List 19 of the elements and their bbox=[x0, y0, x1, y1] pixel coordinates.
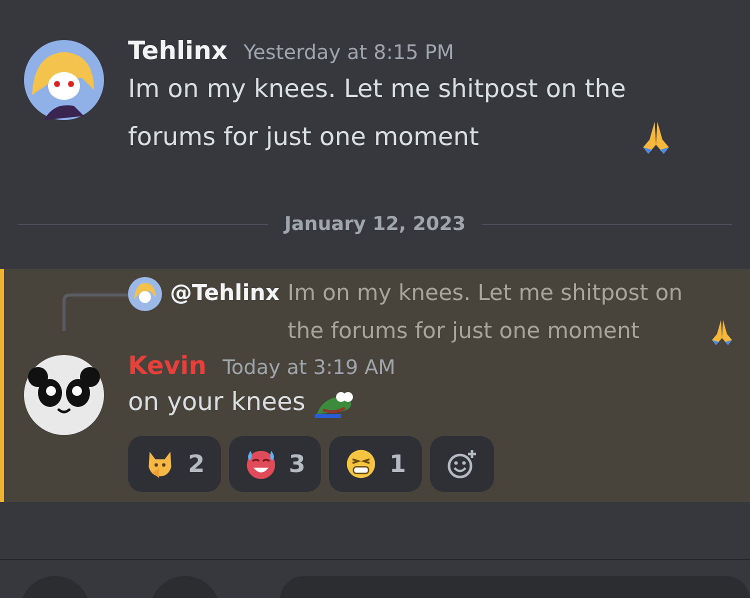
timestamp: Yesterday at 8:15 PM bbox=[244, 40, 454, 64]
reply-connector bbox=[62, 293, 128, 331]
message-text: Im on my knees. Let me shitpost on the forums for just one moment bbox=[128, 73, 627, 153]
reply-mention[interactable]: @Tehlinx bbox=[170, 275, 280, 313]
add-reaction-icon bbox=[446, 448, 478, 480]
sweating-face-icon bbox=[244, 448, 277, 480]
reaction-button[interactable]: 2 bbox=[128, 436, 221, 492]
username[interactable]: Tehlinx bbox=[128, 36, 228, 65]
message-text: on your knees bbox=[128, 386, 306, 418]
panda-avatar-icon[interactable] bbox=[24, 355, 104, 435]
avatar-icon bbox=[128, 277, 162, 311]
timestamp: Today at 3:19 AM bbox=[222, 355, 396, 379]
reaction-button[interactable]: 3 bbox=[228, 436, 322, 492]
reply-preview[interactable]: Im on my knees. Let me shitpost on the forums for just one moment bbox=[288, 275, 700, 351]
date-divider: January 12, 2023 bbox=[284, 213, 466, 235]
tired-face-icon bbox=[345, 448, 378, 480]
add-reaction-button[interactable] bbox=[430, 436, 494, 492]
reaction-button[interactable]: 1 bbox=[329, 436, 422, 492]
anime-avatar-icon[interactable] bbox=[24, 40, 104, 120]
